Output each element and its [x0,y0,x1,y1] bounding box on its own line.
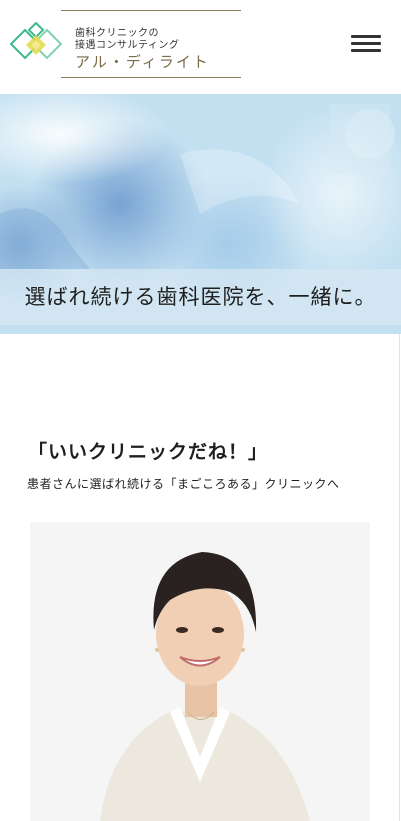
hero-section: 選ばれ続ける歯科医院を、一緒に。 [0,94,401,334]
hamburger-menu-icon[interactable] [351,33,383,55]
site-header: 歯科クリニックの 接遇コンサルティング アル・ディライト [0,0,401,94]
brand-box[interactable]: 歯科クリニックの 接遇コンサルティング アル・ディライト [61,10,241,78]
brand-tagline-2: 接遇コンサルティング [75,40,180,51]
hero-catchphrase: 選ばれ続ける歯科医院を、一緒に。 [24,285,377,309]
intro-title: 「いいクリニックだね！」 [28,441,269,463]
portrait-photo [30,522,370,821]
menu-bar [351,49,381,52]
logo-link[interactable] [9,21,63,66]
brand-name: アル・ディライト [75,53,210,71]
menu-bar [351,42,381,45]
intro-subtitle: 患者さんに選ばれ続ける「まごころある」クリニックへ [27,477,340,491]
person-portrait-image [30,522,370,821]
menu-bar [351,35,381,38]
diamond-logo-icon [9,21,63,60]
